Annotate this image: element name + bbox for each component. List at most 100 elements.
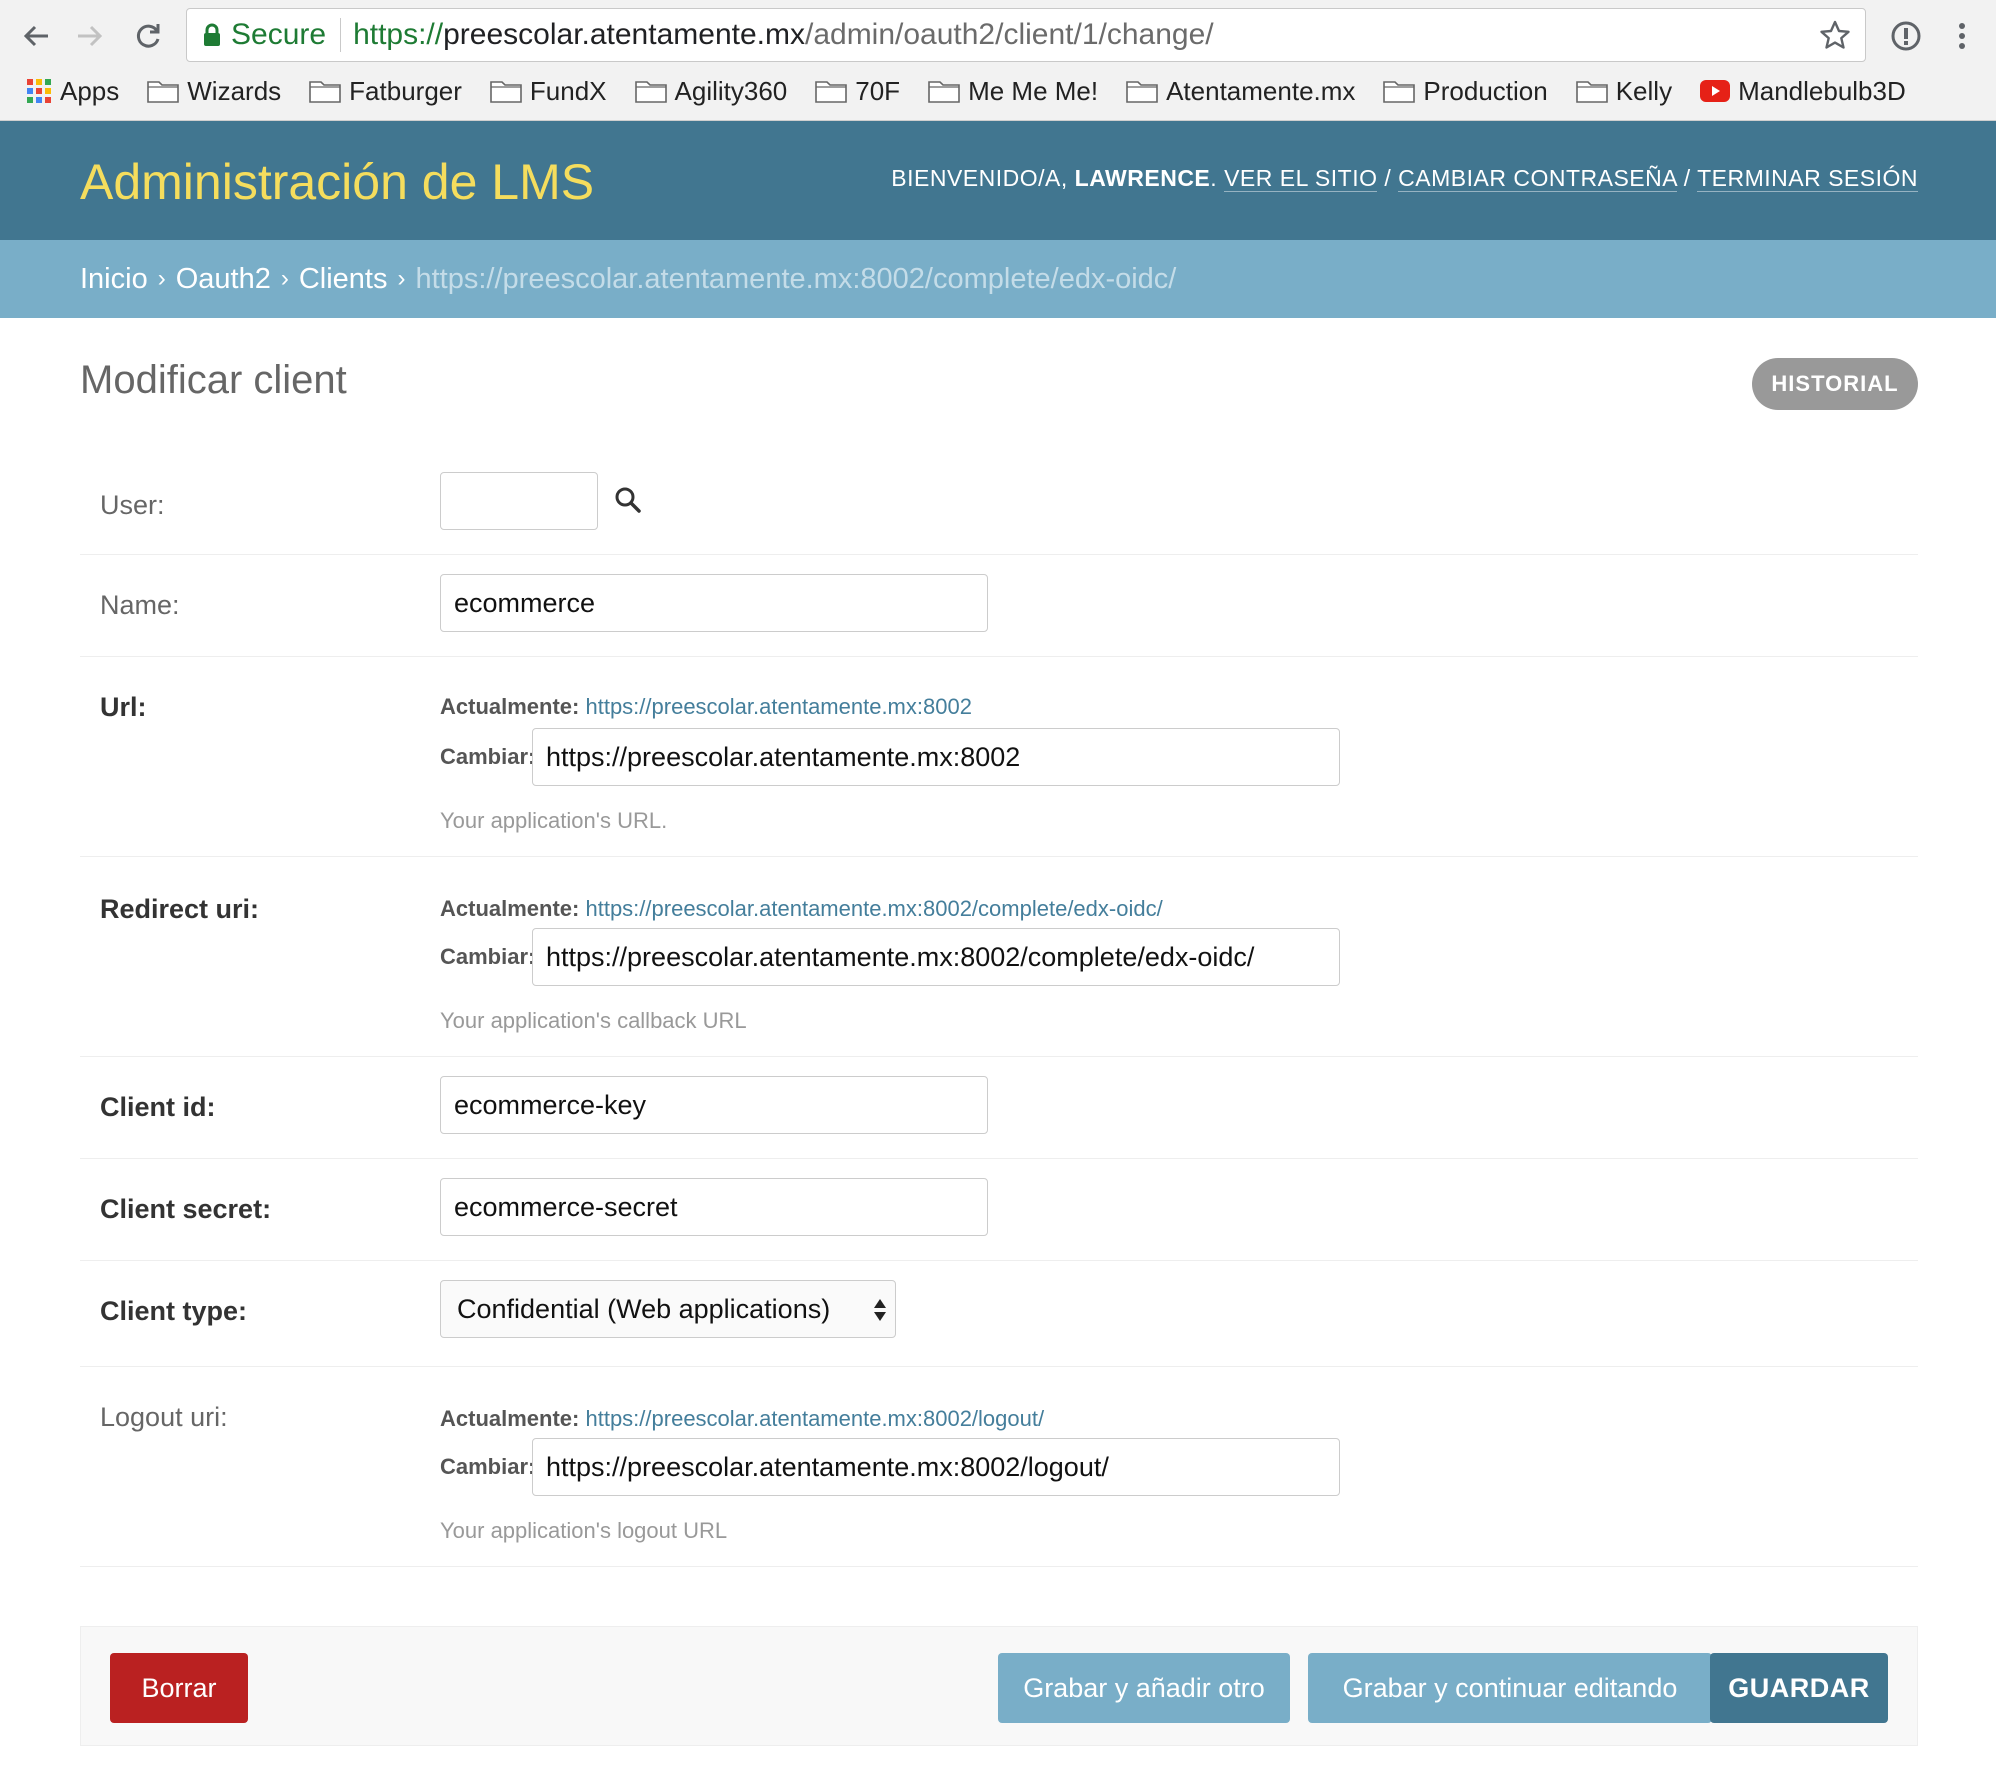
url-scheme: https://	[353, 18, 444, 51]
name-label: Name:	[100, 590, 180, 620]
change-password-link[interactable]: CAMBIAR CONTRASEÑA	[1398, 165, 1677, 192]
user-tools: BIENVENIDO/A, LAWRENCE. VER EL SITIO / C…	[891, 165, 1918, 192]
change-label: Cambiar:	[440, 1454, 536, 1479]
bookmark-label: Production	[1423, 75, 1548, 106]
star-icon	[1820, 20, 1850, 49]
search-icon	[615, 487, 641, 513]
form-row-url: Url: Actualmente: https://preescolar.ate…	[80, 656, 1918, 857]
user-tools-separator: /	[1384, 165, 1392, 191]
logout-link[interactable]: TERMINAR SESIÓN	[1697, 165, 1918, 192]
save-and-continue-button[interactable]: Grabar y continuar editando	[1308, 1653, 1712, 1723]
logout-uri-current-link[interactable]: https://preescolar.atentamente.mx:8002/l…	[585, 1406, 1044, 1431]
breadcrumb-separator: ›	[397, 265, 406, 292]
form-row-redirect-uri: Redirect uri: Actualmente: https://prees…	[80, 856, 1918, 1057]
form-row-name: Name: ecommerce	[80, 554, 1918, 657]
redirect-uri-current-link[interactable]: https://preescolar.atentamente.mx:8002/c…	[585, 896, 1162, 921]
bookmark-label: Agility360	[674, 75, 788, 106]
client-secret-input[interactable]: ecommerce-secret	[440, 1178, 988, 1236]
change-label: Cambiar:	[440, 944, 536, 969]
bookmark-folder-production[interactable]: Production	[1383, 75, 1548, 107]
redirect-uri-input[interactable]: https://preescolar.atentamente.mx:8002/c…	[532, 928, 1340, 986]
breadcrumb-separator: ›	[280, 265, 289, 292]
currently-label: Actualmente:	[440, 1406, 580, 1431]
url-help-text: Your application's URL.	[440, 808, 668, 833]
url-host: preescolar.atentamente.mx	[443, 18, 805, 51]
bookmark-mandlebulb3d[interactable]: Mandlebulb3D	[1700, 76, 1906, 107]
folder-icon	[1126, 81, 1158, 103]
save-button[interactable]: GUARDAR	[1710, 1653, 1888, 1723]
address-bar[interactable]: Secure https://preescolar.atentamente.mx…	[186, 8, 1866, 62]
back-arrow-icon	[23, 25, 48, 47]
breadcrumb-model[interactable]: Clients	[299, 263, 388, 296]
security-indicator[interactable]: Secure	[187, 9, 326, 61]
back-button[interactable]	[14, 14, 58, 58]
url-label: Url:	[100, 692, 147, 722]
bookmark-label: Atentamente.mx	[1166, 75, 1356, 106]
url-current-link[interactable]: https://preescolar.atentamente.mx:8002	[585, 694, 971, 719]
save-and-add-another-button[interactable]: Grabar y añadir otro	[998, 1653, 1290, 1723]
breadcrumb-app[interactable]: Oauth2	[176, 263, 271, 296]
bookmark-folder-fundx[interactable]: FundX	[490, 76, 607, 107]
more-vert-icon	[1959, 23, 1965, 49]
breadcrumb: Inicio › Oauth2 › Clients › https://pree…	[0, 240, 1996, 318]
logout-uri-help-text: Your application's logout URL	[440, 1518, 728, 1543]
forward-arrow-icon	[78, 25, 103, 47]
client-type-select[interactable]: Confidential (Web applications)	[440, 1280, 896, 1338]
folder-icon	[309, 81, 341, 103]
name-input[interactable]: ecommerce	[440, 574, 988, 632]
bookmark-folder-wizards[interactable]: Wizards	[147, 76, 281, 107]
currently-label: Actualmente:	[440, 694, 580, 719]
bookmark-label: Wizards	[187, 75, 282, 106]
form-row-client-secret: Client secret: ecommerce-secret	[80, 1158, 1918, 1261]
delete-button[interactable]: Borrar	[110, 1653, 248, 1723]
bookmark-star-button[interactable]	[1819, 19, 1851, 56]
select-arrows-icon	[874, 1299, 886, 1321]
folder-icon	[634, 81, 667, 103]
bookmark-folder-fatburger[interactable]: Fatburger	[309, 76, 462, 107]
form-row-logout-uri: Logout uri: Actualmente: https://preesco…	[80, 1366, 1918, 1567]
redirect-uri-help-text: Your application's callback URL	[440, 1008, 747, 1033]
forward-button[interactable]	[68, 14, 112, 58]
bookmark-apps[interactable]: Apps	[26, 76, 119, 107]
bookmark-folder-me-me-me[interactable]: Me Me Me!	[928, 76, 1098, 107]
bookmark-folder-70f[interactable]: 70F	[815, 76, 900, 107]
user-id-input[interactable]	[440, 472, 598, 530]
breadcrumb-current: https://preescolar.atentamente.mx:8002/c…	[415, 262, 1177, 295]
info-circle-icon	[1891, 21, 1921, 51]
url-input[interactable]: https://preescolar.atentamente.mx:8002	[532, 728, 1340, 786]
apps-grid-icon	[27, 79, 51, 103]
breadcrumb-separator: ›	[157, 265, 166, 292]
browser-chrome: Secure https://preescolar.atentamente.mx…	[0, 0, 1996, 121]
url-currently: Actualmente: https://preescolar.atentame…	[440, 694, 972, 720]
folder-icon	[928, 81, 960, 103]
client-id-input[interactable]: ecommerce-key	[440, 1076, 988, 1134]
redirect-uri-currently: Actualmente: https://preescolar.atentame…	[440, 896, 1163, 922]
user-lookup-button[interactable]	[614, 486, 642, 519]
welcome-dot: .	[1210, 165, 1218, 191]
form-row-user: User:	[80, 454, 1918, 555]
breadcrumb-home[interactable]: Inicio	[80, 263, 148, 296]
client-type-label: Client type:	[100, 1296, 248, 1326]
bookmark-folder-agility360[interactable]: Agility360	[634, 75, 788, 107]
bookmark-label: Kelly	[1615, 75, 1673, 106]
history-button[interactable]: HISTORIAL	[1752, 358, 1918, 410]
view-site-link[interactable]: VER EL SITIO	[1224, 165, 1378, 192]
form-row-client-type: Client type: Confidential (Web applicati…	[80, 1260, 1918, 1367]
extension-button[interactable]	[1884, 14, 1928, 58]
redirect-uri-label: Redirect uri:	[100, 894, 260, 924]
submit-row: Borrar Grabar y añadir otro Grabar y con…	[80, 1626, 1918, 1746]
site-branding[interactable]: Administración de LMS	[80, 153, 594, 211]
logout-uri-currently: Actualmente: https://preescolar.atentame…	[440, 1406, 1044, 1432]
bookmark-label: FundX	[529, 75, 607, 106]
currently-label: Actualmente:	[440, 896, 580, 921]
bookmark-folder-kelly[interactable]: Kelly	[1575, 75, 1673, 107]
browser-menu-button[interactable]	[1940, 14, 1984, 58]
bookmark-label: Fatburger	[349, 75, 462, 106]
bookmark-label: Me Me Me!	[968, 75, 1099, 106]
client-id-label: Client id:	[100, 1092, 216, 1122]
reload-button[interactable]	[126, 14, 170, 58]
bookmark-folder-atentamente[interactable]: Atentamente.mx	[1126, 76, 1355, 107]
folder-icon	[1575, 81, 1608, 103]
logout-uri-input[interactable]: https://preescolar.atentamente.mx:8002/l…	[532, 1438, 1340, 1496]
page-title: Modificar client	[80, 358, 347, 402]
